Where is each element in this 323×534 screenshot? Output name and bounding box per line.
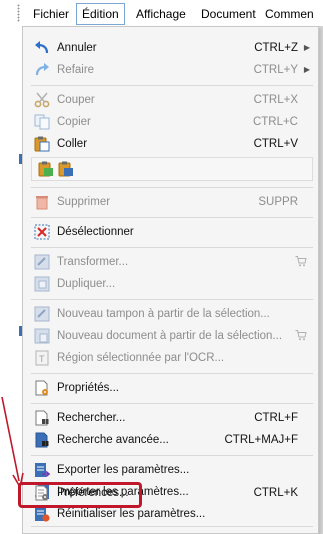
submenu-arrow-icon: ▶ xyxy=(303,65,310,74)
deselect-label: Désélectionner xyxy=(57,226,134,238)
redo-label: Refaire xyxy=(57,64,95,76)
paste-option-icon[interactable] xyxy=(38,161,54,177)
menu-item-properties[interactable]: Propriétés... xyxy=(23,377,318,399)
menu-edition[interactable]: Édition xyxy=(76,3,125,25)
redo-icon xyxy=(35,63,49,76)
menu-item-search[interactable]: Rechercher... CTRL+F xyxy=(23,407,318,429)
export-settings-label: Exporter les paramètres... xyxy=(57,464,190,476)
cart-icon xyxy=(295,256,307,267)
menu-document[interactable]: Document xyxy=(201,6,256,22)
svg-text:T: T xyxy=(39,354,45,364)
properties-label: Propriétés... xyxy=(57,382,119,394)
menu-item-copy[interactable]: Copier CTRL+C xyxy=(23,111,318,133)
reset-icon xyxy=(35,507,50,522)
menu-item-advanced-search[interactable]: Recherche avancée... CTRL+MAJ+F xyxy=(23,429,318,451)
transform-label: Transformer... xyxy=(57,256,129,268)
new-document-label: Nouveau document à partir de la sélectio… xyxy=(57,330,283,342)
separator xyxy=(31,299,313,300)
separator xyxy=(31,455,313,456)
separator xyxy=(31,217,313,218)
separator xyxy=(31,403,313,404)
paste-label: Coller xyxy=(57,138,88,150)
redo-shortcut: CTRL+Y xyxy=(253,64,298,76)
undo-icon xyxy=(35,41,49,54)
deselect-icon xyxy=(34,224,50,240)
menu-item-new-stamp[interactable]: Nouveau tampon à partir de la sélection.… xyxy=(23,303,318,325)
properties-icon xyxy=(35,380,48,396)
menu-affichage[interactable]: Affichage xyxy=(136,6,186,22)
menu-item-new-document[interactable]: Nouveau document à partir de la sélectio… xyxy=(23,325,318,347)
document-area xyxy=(319,26,323,534)
separator xyxy=(31,85,313,86)
copy-label: Copier xyxy=(57,116,91,128)
menu-bar: Fichier Édition Affichage Document Comme… xyxy=(0,0,323,27)
advanced-search-shortcut: CTRL+MAJ+F xyxy=(224,434,299,446)
menu-item-ocr-region[interactable]: T Région sélectionnée par l'OCR... xyxy=(23,347,318,369)
search-label: Rechercher... xyxy=(57,412,126,424)
separator xyxy=(31,526,313,527)
preferences-shortcut: CTRL+K xyxy=(253,487,298,499)
stamp-icon xyxy=(34,306,50,322)
search-shortcut: CTRL+F xyxy=(254,412,298,424)
ocr-region-label: Région sélectionnée par l'OCR... xyxy=(57,352,225,364)
toolbar-grip-icon xyxy=(17,4,20,22)
advanced-search-label: Recherche avancée... xyxy=(57,434,169,446)
delete-shortcut: SUPPR xyxy=(258,196,298,208)
trash-icon xyxy=(36,196,48,210)
copy-shortcut: CTRL+C xyxy=(252,116,298,128)
scissors-icon xyxy=(34,92,50,108)
paste-shortcut: CTRL+V xyxy=(253,138,298,150)
menu-item-redo[interactable]: Refaire CTRL+Y ▶ xyxy=(23,59,318,81)
menu-item-export-settings[interactable]: Exporter les paramètres... xyxy=(23,459,318,481)
transform-icon xyxy=(34,254,50,270)
duplicate-icon xyxy=(34,276,50,292)
menu-item-transform[interactable]: Transformer... xyxy=(23,251,318,273)
undo-shortcut: CTRL+Z xyxy=(254,42,298,54)
menu-commentaire[interactable]: Commen xyxy=(265,6,314,22)
duplicate-label: Dupliquer... xyxy=(57,278,116,290)
undo-label: Annuler xyxy=(57,42,97,54)
red-arrow-annotation xyxy=(1,396,24,490)
cart-icon xyxy=(295,330,307,341)
copy-icon xyxy=(34,114,50,130)
cut-label: Couper xyxy=(57,94,95,106)
menu-item-paste[interactable]: Coller CTRL+V xyxy=(23,133,318,155)
edition-menu: Annuler CTRL+Z ▶ Refaire CTRL+Y ▶ Couper… xyxy=(22,26,319,534)
cut-shortcut: CTRL+X xyxy=(253,94,298,106)
clipboard-icon xyxy=(34,136,50,152)
new-stamp-label: Nouveau tampon à partir de la sélection.… xyxy=(57,308,270,320)
menu-item-undo[interactable]: Annuler CTRL+Z ▶ xyxy=(23,37,318,59)
separator xyxy=(31,187,313,188)
separator xyxy=(31,247,313,248)
submenu-arrow-icon: ▶ xyxy=(303,43,310,52)
separator xyxy=(31,373,313,374)
menu-item-delete[interactable]: Supprimer SUPPR xyxy=(23,191,318,213)
menu-fichier[interactable]: Fichier xyxy=(33,6,69,22)
new-document-icon xyxy=(34,328,50,344)
ocr-icon: T xyxy=(35,350,49,366)
paste-options xyxy=(31,157,313,181)
menu-item-cut[interactable]: Couper CTRL+X xyxy=(23,89,318,111)
menu-item-deselect[interactable]: Désélectionner xyxy=(23,221,318,243)
menu-item-duplicate[interactable]: Dupliquer... xyxy=(23,273,318,295)
delete-label: Supprimer xyxy=(57,196,111,208)
paste-special-icon[interactable] xyxy=(58,161,74,177)
